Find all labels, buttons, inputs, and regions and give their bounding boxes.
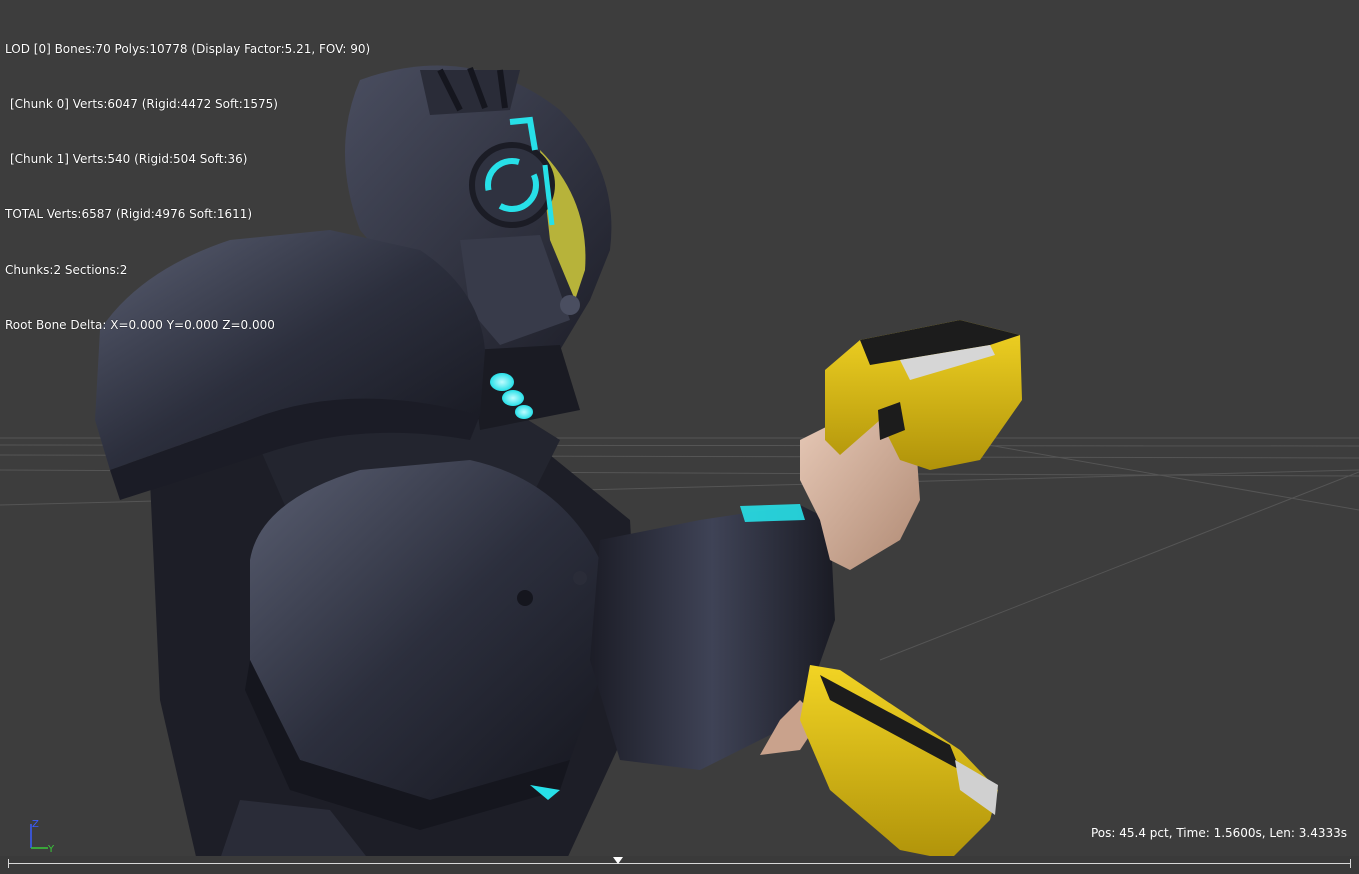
playback-status: Pos: 45.4 pct, Time: 1.5600s, Len: 3.433… [1091, 826, 1347, 840]
timeline-track[interactable] [8, 863, 1351, 864]
animation-timeline[interactable] [0, 856, 1359, 874]
stats-line-lod: LOD [0] Bones:70 Polys:10778 (Display Fa… [5, 41, 371, 56]
stats-line-total: TOTAL Verts:6587 (Rigid:4976 Soft:1611) [5, 207, 253, 222]
3d-viewport[interactable]: LOD [0] Bones:70 Polys:10778 (Display Fa… [0, 0, 1359, 874]
axis-y-label: Y [47, 844, 55, 855]
right-shoulder-pad [250, 460, 610, 800]
timeline-end-tick [1350, 859, 1351, 868]
axis-z-label: Z [32, 819, 39, 830]
stats-line-chunks: Chunks:2 Sections:2 [5, 262, 128, 277]
axis-gizmo: Z Y [24, 816, 64, 856]
stats-line-chunk-0: [Chunk 0] Verts:6047 (Rigid:4472 Soft:15… [10, 97, 278, 112]
axis-gizmo-icon: Z Y [30, 819, 55, 855]
timeline-scrub-handle[interactable] [612, 857, 623, 864]
model-stats-overlay: LOD [0] Bones:70 Polys:10778 (Display Fa… [5, 3, 370, 371]
gun-bottom [800, 665, 998, 860]
neck-lights [470, 345, 580, 430]
stats-line-root-bone: Root Bone Delta: X=0.000 Y=0.000 Z=0.000 [5, 317, 275, 332]
stats-line-chunk-1: [Chunk 1] Verts:540 (Rigid:504 Soft:36) [10, 152, 248, 167]
